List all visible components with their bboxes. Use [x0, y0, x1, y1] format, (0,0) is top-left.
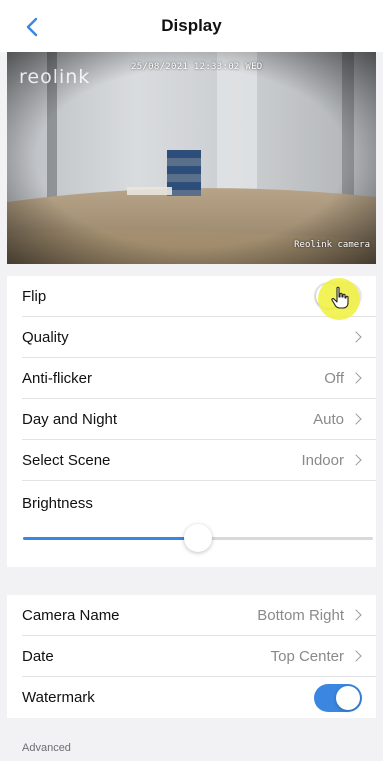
anti-flicker-label: Anti-flicker [22, 369, 93, 387]
camera-name-row[interactable]: Camera Name Bottom Right [22, 595, 376, 636]
date-value: Top Center [270, 647, 344, 665]
chevron-right-icon [350, 609, 362, 621]
camera-name-value: Bottom Right [257, 606, 344, 624]
camera-preview[interactable]: reolink 25/08/2021 12:33:02 WED Reolink … [7, 52, 376, 264]
day-night-label: Day and Night [22, 410, 118, 428]
camera-name-label: Camera Name [22, 606, 120, 624]
day-night-row[interactable]: Day and Night Auto [22, 399, 376, 440]
select-scene-value: Indoor [301, 451, 344, 469]
chevron-right-icon [350, 413, 362, 425]
date-label: Date [22, 647, 54, 665]
hand-pointer-icon [330, 286, 350, 315]
anti-flicker-value: Off [324, 369, 344, 387]
anti-flicker-row[interactable]: Anti-flicker Off [22, 358, 376, 399]
page-title: Display [161, 16, 222, 35]
chevron-right-icon [350, 331, 362, 343]
watermark-label: Watermark [22, 689, 95, 706]
toggle-knob [336, 685, 360, 710]
quality-label: Quality [22, 328, 69, 346]
date-row[interactable]: Date Top Center [22, 636, 376, 677]
brightness-slider-fill [23, 537, 198, 540]
flip-label: Flip [22, 287, 47, 305]
brightness-label: Brightness [22, 495, 93, 512]
advanced-section-label: Advanced [22, 742, 71, 754]
watermark-toggle[interactable] [314, 683, 362, 712]
camera-name-overlay: Reolink camera [294, 240, 370, 250]
chevron-right-icon [350, 650, 362, 662]
day-night-value: Auto [313, 410, 344, 428]
select-scene-label: Select Scene [22, 451, 111, 469]
brightness-row: Brightness [22, 481, 376, 567]
chevron-right-icon [350, 372, 362, 384]
osd-settings-group: Camera Name Bottom Right Date Top Center… [7, 595, 376, 718]
select-scene-row[interactable]: Select Scene Indoor [22, 440, 376, 481]
chevron-right-icon [350, 454, 362, 466]
brightness-slider-knob[interactable] [184, 524, 212, 552]
image-settings-group: Flip Quality Anti-flicker Off Day and Ni… [7, 276, 376, 567]
watermark-row[interactable]: Watermark [22, 677, 376, 718]
timestamp-overlay: 25/08/2021 12:33:02 WED [131, 62, 263, 72]
nav-bar: Display [0, 0, 383, 52]
brightness-slider[interactable] [23, 524, 373, 552]
brand-watermark: reolink [19, 66, 91, 88]
quality-row[interactable]: Quality [22, 317, 376, 358]
